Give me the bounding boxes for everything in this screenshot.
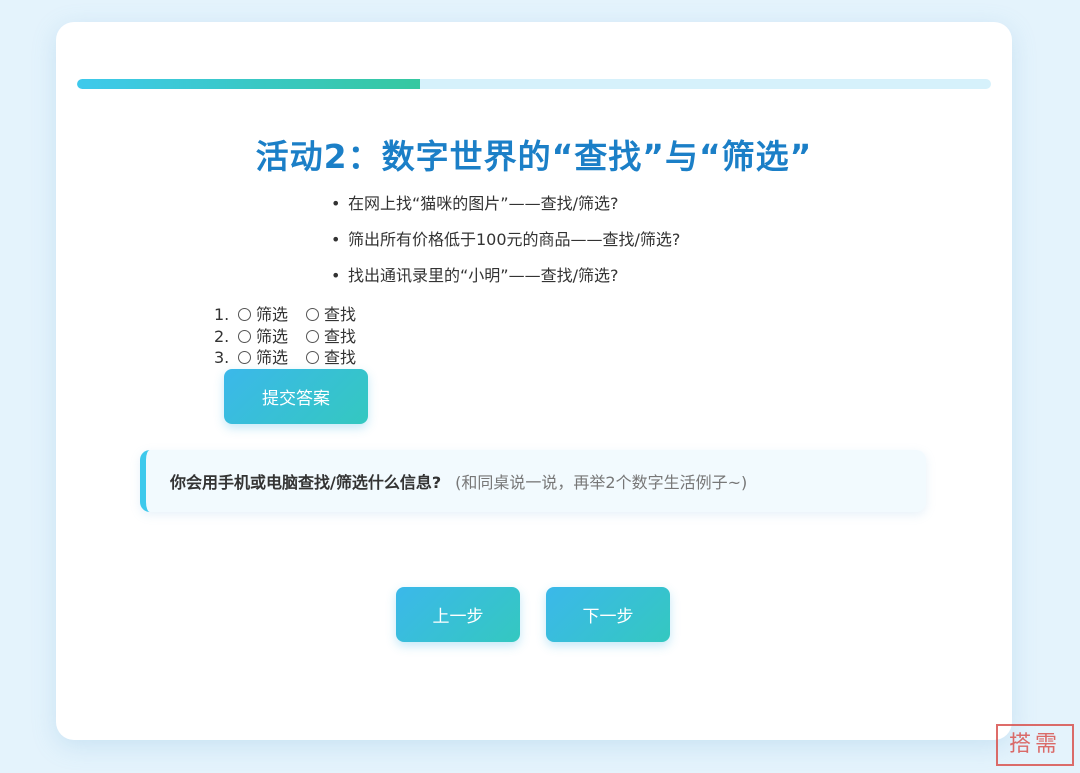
- submit-answer-button[interactable]: 提交答案: [224, 369, 368, 424]
- list-item: • 找出通讯录里的“小明”——查找/筛选?: [331, 264, 680, 300]
- list-item: • 筛出所有价格低于100元的商品——查找/筛选?: [331, 228, 680, 264]
- radio-circle-icon[interactable]: [306, 308, 320, 322]
- example-text: 筛出所有价格低于100元的商品——查找/筛选?: [348, 230, 681, 249]
- answer-row: 3. 筛选 查找: [214, 347, 374, 369]
- bullet-icon: •: [331, 230, 341, 249]
- option-label: 筛选: [256, 348, 289, 367]
- radio-circle-icon[interactable]: [306, 329, 320, 343]
- option-label: 查找: [324, 305, 357, 324]
- answer-row: 2. 筛选 查找: [214, 326, 374, 348]
- discussion-box: 你会用手机或电脑查找/筛选什么信息? (和同桌说一说，再举2个数字生活例子~): [140, 450, 926, 512]
- radio-option-search[interactable]: 查找: [306, 326, 356, 348]
- example-text: 在网上找“猫咪的图片”——查找/筛选?: [348, 194, 619, 213]
- activity-card: 活动2：数字世界的“查找”与“筛选” • 在网上找“猫咪的图片”——查找/筛选?…: [56, 22, 1012, 740]
- page-title: 活动2：数字世界的“查找”与“筛选”: [255, 137, 813, 176]
- option-label: 查找: [324, 348, 357, 367]
- answer-row: 1. 筛选 查找: [214, 304, 374, 326]
- radio-circle-icon[interactable]: [238, 308, 251, 322]
- prev-step-button[interactable]: 上一步: [396, 587, 520, 642]
- radio-option-filter[interactable]: 筛选: [238, 347, 288, 369]
- list-item: • 在网上找“猫咪的图片”——查找/筛选?: [331, 192, 680, 228]
- example-text: 找出通讯录里的“小明”——查找/筛选?: [348, 266, 619, 285]
- example-list: • 在网上找“猫咪的图片”——查找/筛选? • 筛出所有价格低于100元的商品—…: [331, 192, 680, 300]
- radio-circle-icon[interactable]: [238, 351, 251, 365]
- watermark-stamp: 搭需: [996, 724, 1074, 766]
- answer-number: 2.: [214, 326, 230, 346]
- progress-fill: [77, 79, 420, 89]
- answer-list: 1. 筛选 查找 2. 筛选 查找 3. 筛选 查找: [214, 304, 374, 369]
- radio-option-search[interactable]: 查找: [306, 304, 356, 326]
- radio-option-filter[interactable]: 筛选: [238, 326, 288, 348]
- option-label: 筛选: [256, 305, 289, 324]
- option-label: 筛选: [256, 326, 289, 346]
- progress-bar: [77, 79, 991, 89]
- radio-option-search[interactable]: 查找: [306, 347, 356, 369]
- radio-circle-icon[interactable]: [238, 329, 251, 343]
- radio-option-filter[interactable]: 筛选: [238, 304, 288, 326]
- discussion-question: 你会用手机或电脑查找/筛选什么信息?: [170, 473, 442, 492]
- radio-circle-icon[interactable]: [306, 351, 320, 365]
- answer-number: 1.: [214, 305, 230, 324]
- bullet-icon: •: [331, 194, 341, 213]
- next-step-button[interactable]: 下一步: [546, 587, 670, 642]
- option-label: 查找: [324, 326, 357, 346]
- discussion-hint: (和同桌说一说，再举2个数字生活例子~): [455, 473, 748, 492]
- bullet-icon: •: [331, 266, 341, 285]
- answer-number: 3.: [214, 348, 230, 367]
